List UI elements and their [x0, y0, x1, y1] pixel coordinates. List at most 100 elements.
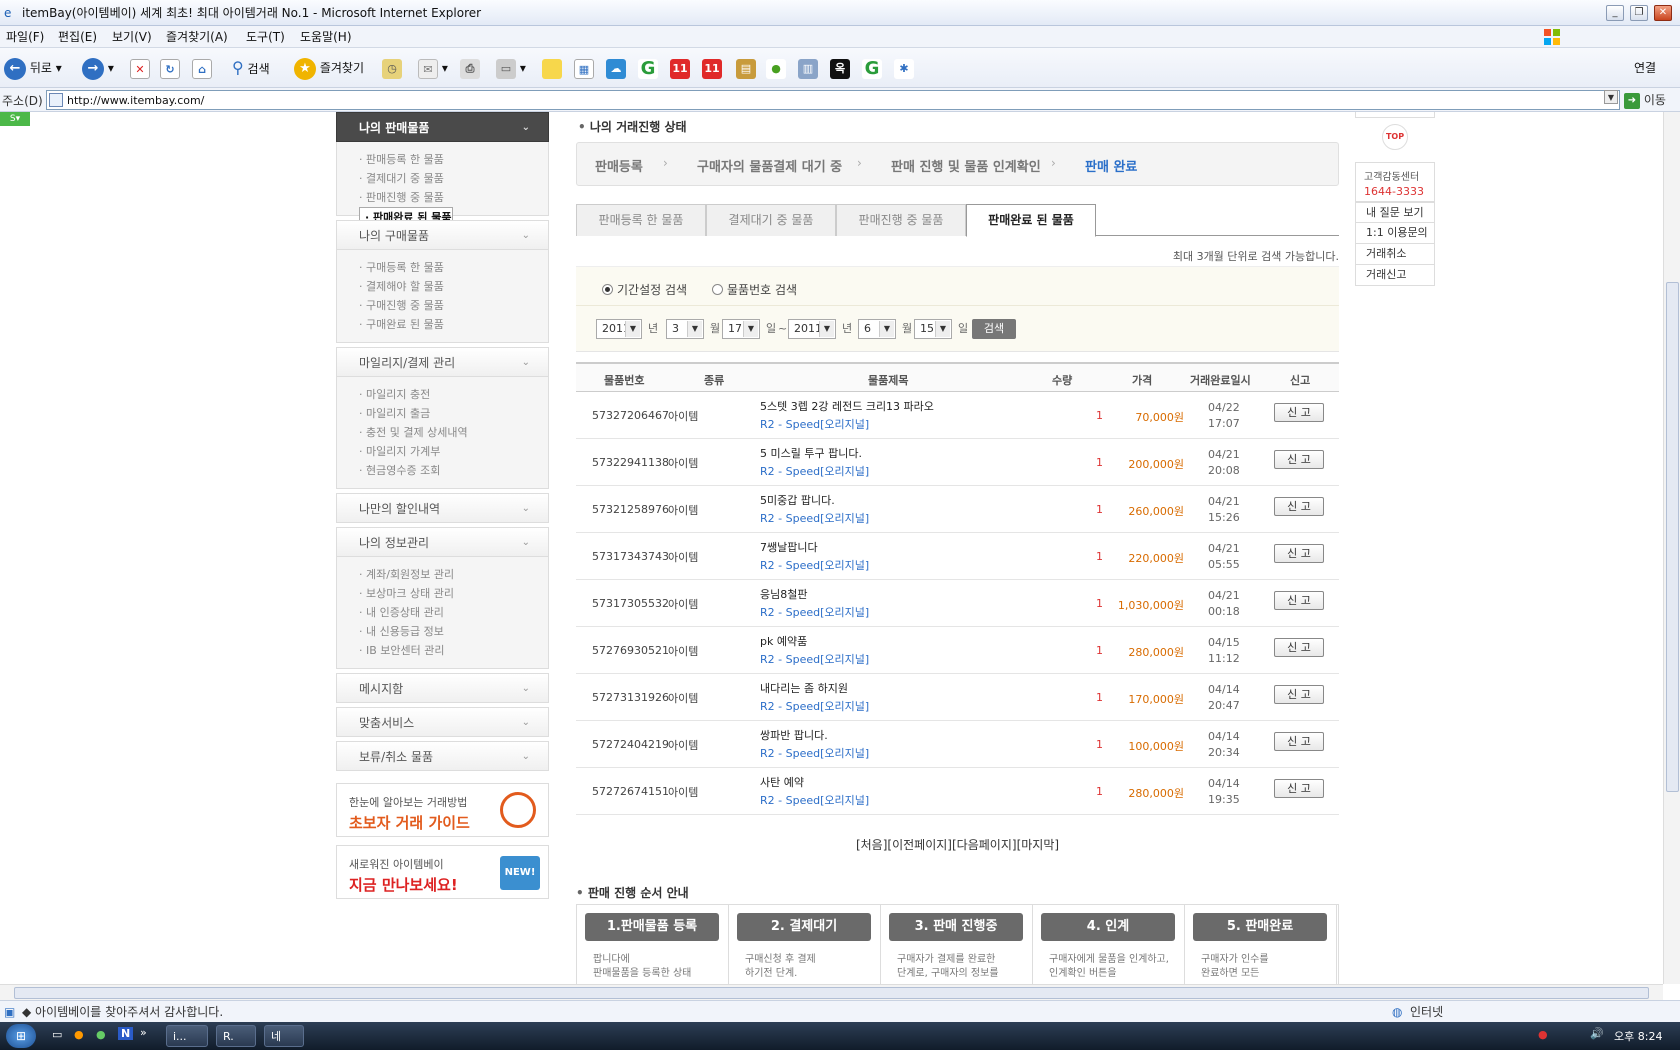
tab-in-progress[interactable]: 판매진행 중 물품 [836, 204, 966, 236]
from-month-select[interactable]: 3 ▼ [666, 319, 704, 339]
tool-button-9[interactable]: 옥 [830, 56, 850, 80]
report-button[interactable]: 신 고 [1274, 779, 1324, 798]
sidebar-item[interactable]: · 결제대기 중 물품 [359, 169, 548, 188]
restore-button[interactable]: ❐ [1630, 5, 1648, 21]
task-ie[interactable]: i... [166, 1025, 208, 1047]
scroll-thumb[interactable] [1666, 282, 1679, 792]
sidebar-item[interactable]: · 계좌/회원정보 관리 [359, 565, 548, 584]
rail-my-questions[interactable]: 내 질문 보기 [1355, 202, 1435, 223]
pager-prev[interactable]: [이전페이지] [887, 838, 952, 852]
report-button[interactable]: 신 고 [1274, 638, 1324, 657]
tab-completed[interactable]: 판매완료 된 물품 [966, 204, 1096, 237]
sidebar-item[interactable]: · 내 인증상태 관리 [359, 603, 548, 622]
sidebar-item[interactable]: · 구매등록 한 물품 [359, 258, 548, 277]
sidebar-group-2[interactable]: 마일리지/결제 관리 ⌄ [336, 347, 549, 377]
item-title[interactable]: 7쌩날팝니다 [760, 539, 818, 555]
item-title[interactable]: 5 미스릴 투구 팝니다. [760, 445, 862, 461]
menu-edit[interactable]: 편집(E) [58, 26, 97, 48]
item-title[interactable]: 사탄 예약 [760, 774, 804, 790]
tool-button-11[interactable]: ✱ [894, 56, 914, 80]
sidebar-item[interactable]: · 결제해야 할 물품 [359, 277, 548, 296]
pager-next[interactable]: [다음페이지] [952, 838, 1017, 852]
tab-registered[interactable]: 판매등록 한 물품 [576, 204, 706, 236]
guide-step-button[interactable]: 3. 판매 진행중 [889, 913, 1023, 941]
menu-view[interactable]: 보기(V) [112, 26, 152, 48]
from-year-select[interactable]: 2011 ▼ [596, 319, 642, 339]
guide-step-button[interactable]: 2. 결제대기 [737, 913, 871, 941]
radio-number[interactable] [712, 284, 723, 295]
home-button[interactable]: ⌂ [192, 56, 212, 80]
sidebar-item[interactable]: · 판매등록 한 물품 [359, 150, 548, 169]
tool-button-8[interactable]: ▥ [798, 56, 818, 80]
address-dropdown[interactable]: ▼ [1604, 90, 1618, 104]
sidebar-item[interactable]: · 구매완료 된 물품 [359, 315, 548, 334]
sidebar-group-1[interactable]: 나의 구매물품 ⌄ [336, 220, 549, 250]
ime-icon[interactable]: ● [1538, 1028, 1548, 1041]
sidebar-item[interactable]: · 충전 및 결제 상세내역 [359, 423, 548, 442]
menu-favorites[interactable]: 즐겨찾기(A) [166, 26, 228, 48]
report-button[interactable]: 신 고 [1274, 403, 1324, 422]
stop-button[interactable]: ✕ [130, 56, 150, 80]
sidebar-item[interactable]: · 구매진행 중 물품 [359, 296, 548, 315]
promo2-banner[interactable]: 새로워진 아이템베이 지금 만나보세요! NEW! [336, 845, 549, 899]
radio-period[interactable] [602, 284, 613, 295]
tool-button-6[interactable]: ▤ [736, 56, 756, 80]
address-field[interactable]: http://www.itembay.com/ [46, 90, 1620, 110]
to-year-select[interactable]: 2011 ▼ [788, 319, 836, 339]
rail-cancel-trade[interactable]: 거래취소 [1355, 244, 1435, 265]
guide-step-button[interactable]: 5. 판매완료 [1193, 913, 1327, 941]
mail-button[interactable]: ✉ ▾ [418, 56, 448, 80]
n-icon[interactable]: N [118, 1027, 134, 1040]
print-button[interactable]: ⎙ [460, 56, 480, 80]
sidebar-item[interactable]: · 마일리지 충전 [359, 385, 548, 404]
item-title[interactable]: 5미중갑 팝니다. [760, 492, 835, 508]
task-ne[interactable]: 네 [264, 1025, 304, 1047]
addon-icon[interactable]: S▾ [0, 112, 30, 126]
scroll-thumb[interactable] [14, 987, 1649, 999]
volume-icon[interactable]: 🔊 [1590, 1027, 1604, 1040]
item-title[interactable]: 응님8철판 [760, 586, 807, 602]
sidebar-group-3[interactable]: 나만의 할인내역 ⌄ [336, 493, 549, 523]
sidebar-group-4[interactable]: 나의 정보관리 ⌄ [336, 527, 549, 557]
history-button[interactable]: ◷ [382, 56, 402, 80]
sidebar-item[interactable]: · 내 신용등급 정보 [359, 622, 548, 641]
report-button[interactable]: 신 고 [1274, 497, 1324, 516]
start-button[interactable]: ⊞ [6, 1024, 36, 1048]
note-button[interactable] [542, 56, 562, 80]
tool-button-2[interactable]: ☁ [606, 56, 626, 80]
sidebar-group-5[interactable]: 메시지함 ⌄ [336, 673, 549, 703]
quicklaunch-icon[interactable]: ▭ [52, 1028, 62, 1041]
tab-awaiting-payment[interactable]: 결제대기 중 물품 [706, 204, 836, 236]
sidebar-group-7[interactable]: 보류/취소 물품 ⌄ [336, 741, 549, 771]
to-day-select[interactable]: 15 ▼ [914, 319, 952, 339]
sidebar-item[interactable]: · 마일리지 가계부 [359, 442, 548, 461]
menu-tools[interactable]: 도구(T) [246, 26, 285, 48]
rail-inquiry[interactable]: 1:1 이용문의 [1355, 223, 1435, 244]
sidebar-group-0[interactable]: 나의 판매물품 ⌄ [336, 112, 549, 142]
to-month-select[interactable]: 6 ▼ [858, 319, 896, 339]
sidebar-item[interactable]: · IB 보안센터 관리 [359, 641, 548, 660]
tool-button-4[interactable]: 11 [670, 56, 690, 80]
item-title[interactable]: 내다리는 좀 하지원 [760, 680, 848, 696]
app-icon[interactable]: ● [96, 1028, 106, 1041]
promo1-banner[interactable]: 한눈에 알아보는 거래방법 초보자 거래 가이드 [336, 783, 549, 837]
address-input[interactable]: http://www.itembay.com/ [67, 94, 204, 107]
task-r[interactable]: R. [216, 1025, 256, 1047]
rail-report-trade[interactable]: 거래신고 [1355, 265, 1435, 286]
tool-button-7[interactable]: ● [766, 56, 786, 80]
vertical-scrollbar[interactable] [1663, 112, 1680, 984]
report-button[interactable]: 신 고 [1274, 732, 1324, 751]
guide-step-button[interactable]: 1.판매물품 등록 [585, 913, 719, 941]
links-button[interactable]: 연결 [1634, 56, 1656, 80]
sidebar-item[interactable]: · 보상마크 상태 관리 [359, 584, 548, 603]
item-title[interactable]: 쌍파반 팝니다. [760, 727, 828, 743]
minimize-button[interactable]: _ [1606, 5, 1624, 21]
report-button[interactable]: 신 고 [1274, 450, 1324, 469]
report-button[interactable]: 신 고 [1274, 591, 1324, 610]
search-submit-button[interactable]: 검색 [972, 319, 1016, 339]
sidebar-item[interactable]: · 판매진행 중 물품 [359, 188, 548, 207]
radio-period-option[interactable]: 기간설정 검색 [602, 281, 687, 298]
tool-button-5[interactable]: 11 [702, 56, 722, 80]
guide-step-button[interactable]: 4. 인계 [1041, 913, 1175, 941]
report-button[interactable]: 신 고 [1274, 544, 1324, 563]
